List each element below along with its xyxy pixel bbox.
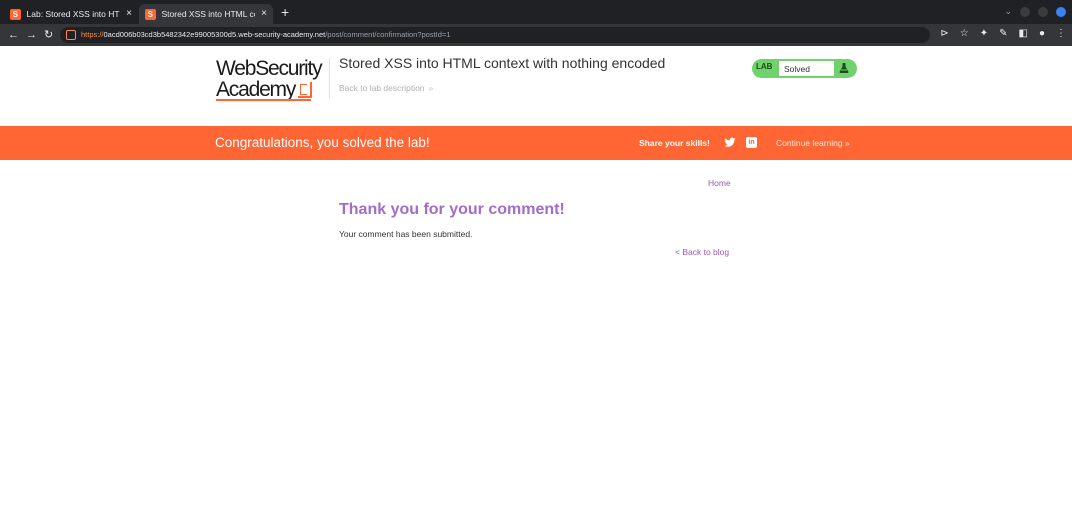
flask-icon: [839, 63, 849, 73]
page-title: Thank you for your comment!: [339, 201, 565, 218]
bookmark-star-icon[interactable]: ☆: [960, 28, 969, 40]
linkedin-icon[interactable]: in: [746, 137, 757, 148]
lab-status-label: LAB: [756, 62, 773, 71]
browser-nav-bar: ← → ↻ https://0acd006b03cd3b5482342e9900…: [0, 24, 1072, 46]
header-divider: [329, 58, 330, 98]
window-controls: ⌄: [1004, 6, 1066, 17]
logo-line-2: Academy: [216, 79, 330, 100]
menu-kebab-icon[interactable]: ⋮: [1056, 28, 1066, 40]
logo-mark-icon: [298, 81, 313, 98]
new-tab-icon[interactable]: +: [281, 5, 289, 19]
profile-icon[interactable]: ●: [1039, 28, 1045, 40]
web-security-academy-logo[interactable]: WebSecurity Academy: [216, 57, 330, 101]
tab-current-lab[interactable]: S Stored XSS into HTML co ×: [139, 4, 273, 24]
logo-line-1: WebSecurity: [216, 57, 323, 80]
browser-tab-bar: S Lab: Stored XSS into HTM × S Stored XS…: [0, 0, 1072, 24]
comment-submitted-message: Your comment has been submitted.: [339, 229, 473, 239]
portswigger-favicon-icon: S: [10, 8, 21, 20]
back-to-lab-description-link[interactable]: Back to lab description»: [339, 83, 433, 93]
double-chevron-right-icon: »: [845, 138, 850, 148]
congratulations-message: Congratulations, you solved the lab!: [215, 135, 430, 150]
lab-solved-banner: Congratulations, you solved the lab! Sha…: [0, 126, 1072, 160]
close-icon[interactable]: ×: [261, 9, 267, 19]
tab-title: Lab: Stored XSS into HTM: [26, 9, 121, 19]
maximize-button[interactable]: [1038, 6, 1048, 17]
close-icon[interactable]: ×: [126, 9, 132, 19]
lab-title: Stored XSS into HTML context with nothin…: [339, 55, 666, 71]
extensions-puzzle-icon[interactable]: ✦: [980, 28, 988, 40]
pin-icon[interactable]: ✎: [999, 28, 1007, 40]
toolbar-icons: ⊳ ☆ ✦ ✎ ◧ ● ⋮: [940, 28, 1066, 40]
tab-lab-description[interactable]: S Lab: Stored XSS into HTM ×: [4, 4, 138, 24]
reload-icon[interactable]: ↻: [44, 28, 53, 42]
lab-status-widget: LAB Solved: [752, 59, 857, 78]
forward-arrow-icon[interactable]: →: [26, 28, 37, 42]
twitter-icon[interactable]: [724, 137, 736, 148]
url-text: https://0acd006b03cd3b5482342e99005300d5…: [81, 30, 451, 39]
chevron-down-icon[interactable]: ⌄: [1004, 6, 1012, 17]
portswigger-favicon-icon: S: [145, 8, 156, 20]
close-window-button[interactable]: [1056, 6, 1066, 17]
back-to-blog-link[interactable]: < Back to blog: [675, 247, 729, 257]
lab-status-text: Solved: [784, 64, 810, 74]
continue-learning-link[interactable]: Continue learning »: [776, 138, 850, 148]
side-panel-icon[interactable]: ◧: [1019, 28, 1028, 40]
share-skills-label: Share your skills!: [639, 138, 710, 148]
send-to-device-icon[interactable]: ⊳: [940, 28, 948, 40]
tab-title: Stored XSS into HTML co: [161, 9, 256, 19]
address-bar[interactable]: https://0acd006b03cd3b5482342e99005300d5…: [60, 27, 930, 43]
double-chevron-right-icon: »: [428, 83, 434, 93]
site-info-icon[interactable]: [66, 30, 76, 40]
lab-status-box: Solved: [779, 61, 834, 76]
home-link[interactable]: Home: [708, 178, 731, 188]
logo-underline: [216, 99, 311, 101]
back-arrow-icon[interactable]: ←: [8, 28, 19, 42]
minimize-button[interactable]: [1020, 6, 1030, 17]
